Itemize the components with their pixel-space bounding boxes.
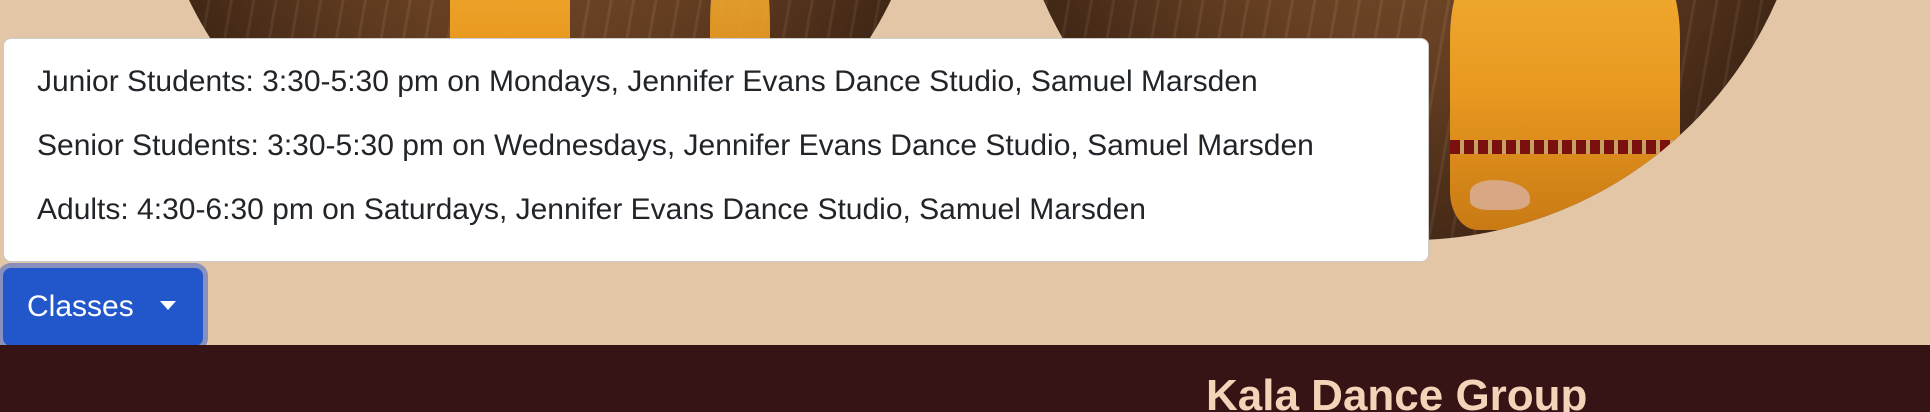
dropdown-item-adults[interactable]: Adults: 4:30-6:30 pm on Saturdays, Jenni… (4, 191, 1428, 255)
classes-dropdown-menu: Junior Students: 3:30-5:30 pm on Mondays… (3, 38, 1429, 262)
chevron-down-icon (160, 301, 176, 310)
classes-button-label: Classes (27, 290, 134, 323)
footer-title: Kala Dance Group (1206, 371, 1588, 412)
site-footer: Kala Dance Group (0, 345, 1930, 412)
dropdown-item-senior[interactable]: Senior Students: 3:30-5:30 pm on Wednesd… (4, 127, 1428, 191)
dropdown-item-junior[interactable]: Junior Students: 3:30-5:30 pm on Mondays… (4, 63, 1428, 127)
classes-dropdown-button[interactable]: Classes (3, 268, 203, 346)
costume-trim (1450, 140, 1680, 154)
